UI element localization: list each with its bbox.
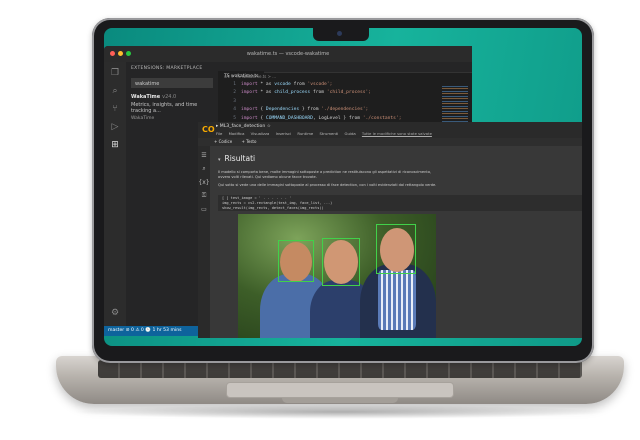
menu-runtime[interactable]: Runtime xyxy=(297,131,313,136)
code-text: { xyxy=(257,115,266,121)
activity-bar: ❐ ⌕ ⑂ ▷ ⊞ ⚙ xyxy=(104,62,126,326)
code-text: , LogLevel } from xyxy=(312,115,363,121)
editor-tabbar: TS wakatime.ts xyxy=(218,62,472,82)
code-text: } from xyxy=(299,107,322,113)
minimize-window-button[interactable] xyxy=(118,51,123,56)
section-heading[interactable]: ▾ Risultati xyxy=(218,154,255,163)
colab-logo: CO xyxy=(202,125,215,134)
code-text: from xyxy=(290,82,308,87)
laptop-front-lip xyxy=(282,398,398,403)
section-title: Risultati xyxy=(224,154,256,163)
gear-icon[interactable]: ⚙ xyxy=(110,308,120,318)
search-icon[interactable]: ⌕ xyxy=(198,165,210,173)
person-right-shirt xyxy=(378,270,416,330)
code-cell-line: show_result(img_rects, detect_faces(img_… xyxy=(222,206,324,210)
code-text: from xyxy=(310,90,327,96)
toc-icon[interactable]: ☰ xyxy=(198,152,210,159)
code-string: 'child_process'; xyxy=(326,90,372,96)
folder-icon[interactable]: ▭ xyxy=(198,206,210,213)
menu-strumenti[interactable]: Strumenti xyxy=(319,131,338,136)
code-cell[interactable]: [ ] test_image = ' . . . . . . ' img_rec… xyxy=(218,195,582,211)
face-detection-output-image xyxy=(238,214,436,338)
colab-left-rail: ☰ ⌕ {x} ⚿ ▭ xyxy=(198,146,210,338)
minimap[interactable] xyxy=(442,84,468,124)
code-identifier: child_process xyxy=(274,90,311,96)
code-text: { xyxy=(257,107,266,113)
code-keyword: import xyxy=(241,107,258,113)
code-identifier: COMMAND_DASHBOARD xyxy=(265,115,313,121)
code-string: 'vscode'; xyxy=(307,82,333,87)
code-text: * as xyxy=(257,82,275,87)
code-line: 2 import * as child_process from 'child_p… xyxy=(222,89,472,97)
code-keyword: import xyxy=(241,90,258,96)
face-detection-box xyxy=(322,238,360,286)
files-icon[interactable]: ❐ xyxy=(110,68,120,78)
variables-icon[interactable]: {x} xyxy=(198,179,210,186)
menu-inserisci[interactable]: Inserisci xyxy=(276,131,292,136)
colab-toolbar: + Codice + Testo xyxy=(198,138,582,146)
extensions-icon[interactable]: ⊞ xyxy=(110,140,120,150)
line-number: 1 xyxy=(233,82,236,87)
add-text-button[interactable]: + Testo xyxy=(241,139,256,144)
face-detection-box xyxy=(278,240,314,282)
extension-version: v24.0 xyxy=(162,94,177,100)
add-code-button[interactable]: + Codice xyxy=(214,139,232,144)
line-number: 4 xyxy=(233,107,236,113)
camera-icon xyxy=(337,31,342,36)
window-title: wakatime.ts — vscode-wakatime xyxy=(246,51,330,57)
code-line: 4 import { Dependencies } from './depende… xyxy=(222,106,472,114)
breadcrumb: src > TS wakatime.ts > ... xyxy=(224,74,277,79)
face-detection-box xyxy=(376,224,416,274)
stage: wakatime.ts — vscode-wakatime ❐ ⌕ ⑂ ▷ ⊞ … xyxy=(0,0,640,440)
maximize-window-button[interactable] xyxy=(126,51,131,56)
menu-file[interactable]: File xyxy=(216,131,222,136)
text-paragraph-1: Il modello si comporta bene, molte immag… xyxy=(218,170,432,179)
extension-description: Metrics, insights, and time tracking a..… xyxy=(131,102,198,114)
chevron-down-icon[interactable]: ▾ xyxy=(218,157,221,163)
colab-menu: File Modifica Visualizza Inserisci Runti… xyxy=(216,131,437,136)
code-keyword: import xyxy=(241,82,258,87)
code-keyword: import xyxy=(241,115,258,121)
search-icon[interactable]: ⌕ xyxy=(110,86,120,96)
code-line: 3 xyxy=(222,98,472,106)
menu-guida[interactable]: Guida xyxy=(345,131,356,136)
laptop-trackpad xyxy=(226,382,454,398)
text-paragraph-2: Qui sotto si vede una delle immagini sot… xyxy=(218,183,437,187)
notebook-body: ▾ Risultati Il modello si comporta bene, … xyxy=(210,146,582,338)
extension-search-input[interactable]: wakatime xyxy=(131,78,213,88)
colab-window: CO ▸ ML3_face_detection ☆ File Modifica … xyxy=(198,122,582,338)
menu-modifica[interactable]: Modifica xyxy=(229,131,245,136)
extension-name: WakaTime xyxy=(131,94,161,100)
sidebar-header: EXTENSIONS: MARKETPLACE xyxy=(131,66,203,71)
key-icon[interactable]: ⚿ xyxy=(198,192,210,200)
code-identifier: Dependencies xyxy=(265,107,300,113)
window-controls xyxy=(110,51,131,56)
code-text: * as xyxy=(257,90,275,96)
extension-list-item[interactable]: WakaTime v24.0 Metrics, insights, and tim… xyxy=(131,94,213,121)
extension-publisher: WakaTime xyxy=(131,116,155,121)
close-window-button[interactable] xyxy=(110,51,115,56)
run-debug-icon[interactable]: ▷ xyxy=(110,122,120,132)
code-string: './dependencies'; xyxy=(321,107,369,113)
extension-title: WakaTime v24.0 xyxy=(131,94,213,100)
line-number: 3 xyxy=(233,98,236,104)
code-line: 1 import * as vscode from 'vscode'; xyxy=(222,81,472,89)
code-string: './constants'; xyxy=(362,115,402,121)
saved-status-link[interactable]: Tutte le modifiche sono state salvate xyxy=(362,131,432,136)
line-number: 2 xyxy=(233,90,236,96)
laptop-shadow xyxy=(70,405,610,419)
menu-visualizza[interactable]: Visualizza xyxy=(251,131,270,136)
colab-header: CO ▸ ML3_face_detection ☆ File Modifica … xyxy=(198,122,582,138)
source-control-icon[interactable]: ⑂ xyxy=(110,104,120,114)
notebook-title[interactable]: ▸ ML3_face_detection ☆ xyxy=(216,124,271,129)
vscode-titlebar: wakatime.ts — vscode-wakatime xyxy=(104,46,472,62)
code-identifier: vscode xyxy=(274,82,291,87)
